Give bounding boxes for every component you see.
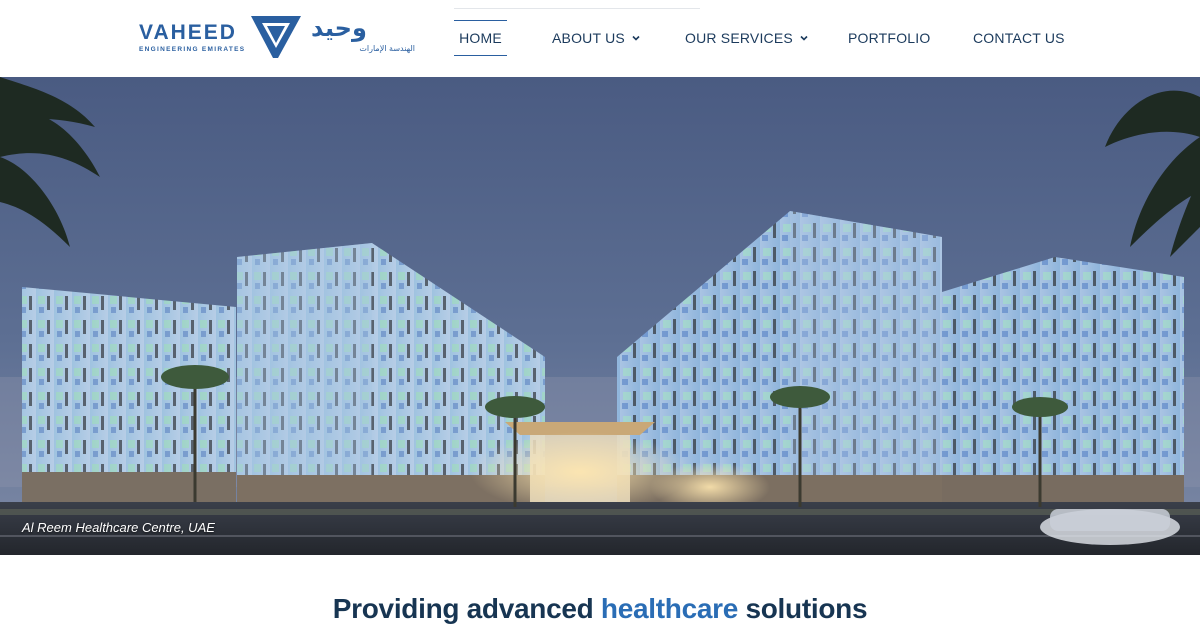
nav-item-label: OUR SERVICES xyxy=(685,30,793,46)
nav-item-label: HOME xyxy=(459,30,502,46)
hero-banner: Al Reem Healthcare Centre, UAE xyxy=(0,77,1200,555)
chevron-down-icon xyxy=(800,35,808,41)
nav-item-label: CONTACT US xyxy=(973,30,1065,46)
chevron-down-icon xyxy=(632,35,640,41)
nav-item-contact-us[interactable]: CONTACT US xyxy=(973,28,1065,48)
headline-part-2: solutions xyxy=(738,593,868,624)
nav-item-portfolio[interactable]: PORTFOLIO xyxy=(848,28,930,48)
nav-item-our-services[interactable]: OUR SERVICES xyxy=(685,28,809,48)
section-headline: Providing advanced healthcare solutions xyxy=(0,593,1200,625)
headline-part-1: Providing advanced xyxy=(332,593,601,624)
logo-english: VAHEED ENGINEERING EMIRATES xyxy=(139,22,245,53)
logo-arabic-tagline: الهندسة الإمارات xyxy=(359,44,415,53)
logo-arabic: وحيد xyxy=(311,14,367,42)
nav-divider xyxy=(454,8,700,9)
site-header: VAHEED ENGINEERING EMIRATES وحيد الهندسة… xyxy=(0,0,1200,77)
logo-wordmark: VAHEED xyxy=(139,21,237,44)
nav-item-label: PORTFOLIO xyxy=(848,30,931,46)
logo-tagline: ENGINEERING EMIRATES xyxy=(139,46,246,53)
hero-building-render xyxy=(0,77,1200,555)
nav-item-label: ABOUT US xyxy=(552,30,625,46)
logo-v-emblem-icon xyxy=(251,16,301,58)
brand-logo[interactable]: VAHEED ENGINEERING EMIRATES وحيد الهندسة… xyxy=(139,14,419,64)
headline-highlight: healthcare xyxy=(600,593,738,624)
nav-item-home[interactable]: HOME xyxy=(454,20,507,56)
nav-item-about-us[interactable]: ABOUT US xyxy=(552,28,641,48)
hero-caption: Al Reem Healthcare Centre, UAE xyxy=(22,520,215,535)
